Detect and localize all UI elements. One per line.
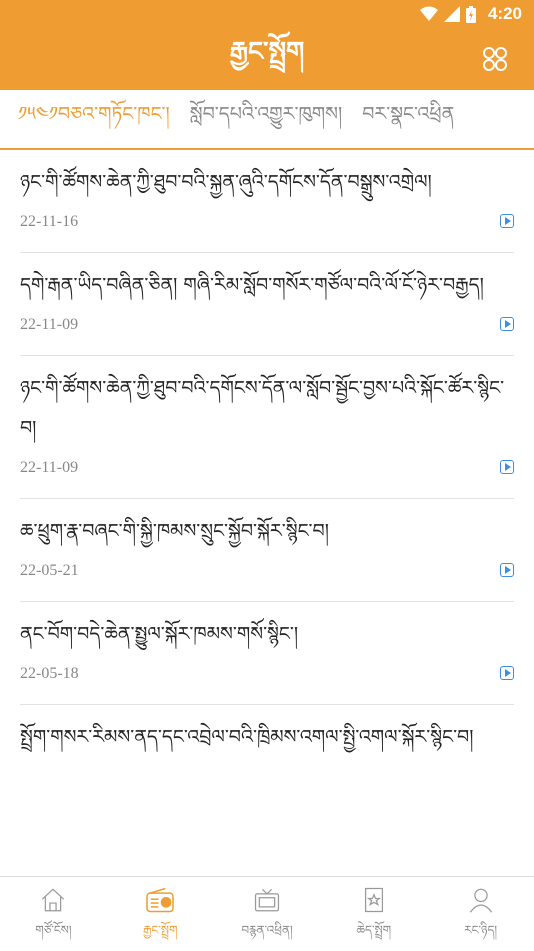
list-item[interactable]: དགེ་རྒན་ཡིད་བཞིན་ཅིན། གཞི་རིམ་སློབ་གསོར་…: [20, 253, 514, 356]
status-time: 4:20: [487, 4, 522, 23]
tab-education[interactable]: སློབ་དཔའི་འགྱུར་ཁུགས།: [180, 92, 352, 146]
person-icon: [469, 888, 492, 913]
nav-label: གཙོ་ངོས།: [35, 923, 72, 937]
page-title: རྒྱང་སྤྲོག: [229, 36, 305, 67]
item-title: དགེ་རྒན་ཡིད་བཞིན་ཅིན། གཞི་རིམ་སློབ་གསོར་…: [20, 274, 484, 296]
list-item[interactable]: ནང་བོག་བདེ་ཆེན་སྤྱུལ་སྐོར་ཁམས་གསོ་སྙིང་།…: [20, 602, 514, 705]
grid-menu-button[interactable]: [480, 44, 510, 74]
item-title: སྤྲོག་གསར་རིམས་ནད་དང་འབྲེལ་བའི་ཁྲིམས་འགལ…: [20, 726, 474, 748]
radio-icon: [146, 887, 174, 913]
nav-label: བརྙན་འཕྲིན།: [241, 923, 293, 937]
tv-icon: [254, 888, 280, 912]
item-date: 22-11-16: [20, 213, 79, 230]
item-date: 22-05-21: [20, 562, 79, 579]
battery-icon: [465, 5, 476, 23]
program-list: ཉང་གི་ཚོགས་ཆེན་ཀྱི་ཐུབ་བའི་སྐྱན་ཞུའི་དགོ…: [0, 150, 534, 876]
play-icon[interactable]: [500, 317, 514, 331]
nav-radio[interactable]: རྒྱང་སྤྲོག: [107, 877, 214, 951]
list-item[interactable]: སྤྲོག་གསར་རིམས་ནད་དང་འབྲེལ་བའི་ཁྲིམས་འགལ…: [20, 705, 514, 757]
signal-icon: [443, 6, 460, 22]
wifi-icon: [419, 6, 438, 21]
item-date: 22-11-09: [20, 459, 79, 476]
play-icon[interactable]: [500, 460, 514, 474]
nav-label: རང་ཉིད།: [464, 923, 498, 937]
tab-online[interactable]: བར་སྣང་འཕྲིན: [352, 92, 464, 146]
play-icon[interactable]: [500, 563, 514, 577]
category-tabs: ༡༥༤༡བཅའ་གཏོང་ཁང་། སློབ་དཔའི་འགྱུར་ཁུགས། …: [0, 90, 534, 150]
list-item[interactable]: ཆ་ཕྲུག་རྣ་བཞང་གི་སྐྱི་ཁམས་སྲུང་སྐྱོབ་སྐོ…: [20, 499, 514, 602]
nav-tv[interactable]: བརྙན་འཕྲིན།: [214, 877, 321, 951]
item-title: ཆ་ཕྲུག་རྣ་བཞང་གི་སྐྱི་ཁམས་སྲུང་སྐྱོབ་སྐོ…: [20, 520, 329, 542]
app-bar: རྒྱང་སྤྲོག: [0, 28, 534, 90]
clover-menu-icon: [483, 47, 507, 71]
nav-profile[interactable]: རང་ཉིད།: [427, 877, 534, 951]
play-icon[interactable]: [500, 214, 514, 228]
nav-label: ཆེད་སྤྲོག: [356, 923, 392, 937]
item-title: ཉང་གི་ཚོགས་ཆེན་ཀྱི་ཐུབ་བའི་དགོངས་དོན་ལ་ས…: [20, 377, 505, 439]
item-date: 22-11-09: [20, 316, 79, 333]
home-icon: [42, 888, 65, 912]
bottom-navigation: གཙོ་ངོས། རྒྱང་སྤྲོག བརྙན་འཕྲིན། ཆེད་སྤྲོ…: [0, 876, 534, 951]
nav-special[interactable]: ཆེད་སྤྲོག: [320, 877, 427, 951]
play-icon[interactable]: [500, 666, 514, 680]
item-title: ཉང་གི་ཚོགས་ཆེན་ཀྱི་ཐུབ་བའི་སྐྱན་ཞུའི་དགོ…: [20, 171, 432, 193]
nav-label: རྒྱང་སྤྲོག: [142, 923, 178, 937]
item-title: ནང་བོག་བདེ་ཆེན་སྤྱུལ་སྐོར་ཁམས་གསོ་སྙིང་།: [20, 623, 299, 645]
bookmark-star-icon: [364, 887, 383, 913]
nav-home[interactable]: གཙོ་ངོས།: [0, 877, 107, 951]
tab-broadcast[interactable]: ༡༥༤༡བཅའ་གཏོང་ཁང་།: [0, 92, 180, 146]
list-item[interactable]: ཉང་གི་ཚོགས་ཆེན་ཀྱི་ཐུབ་བའི་དགོངས་དོན་ལ་ས…: [20, 356, 514, 499]
list-item[interactable]: ཉང་གི་ཚོགས་ཆེན་ཀྱི་ཐུབ་བའི་སྐྱན་ཞུའི་དགོ…: [20, 150, 514, 253]
item-date: 22-05-18: [20, 665, 79, 682]
